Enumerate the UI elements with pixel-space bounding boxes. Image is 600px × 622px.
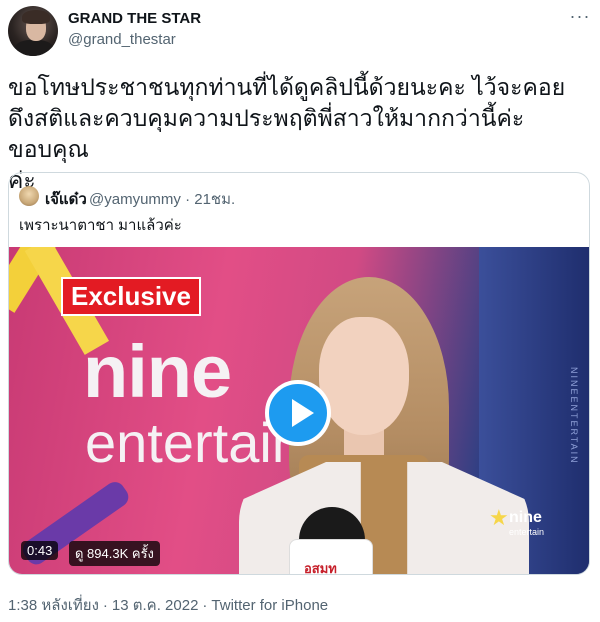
tweet-source[interactable]: Twitter for iPhone <box>211 597 328 614</box>
tweet-date[interactable]: 13 ต.ค. 2022 <box>112 597 199 614</box>
watermark-line2: entertain <box>509 527 545 537</box>
tweet-time[interactable]: 1:38 หลังเที่ยง <box>8 597 99 614</box>
author-display-name[interactable]: GRAND THE STAR <box>68 10 201 27</box>
microphone-flag: อสมท <box>289 539 373 575</box>
play-button[interactable] <box>265 380 331 446</box>
quoted-author-name: เจ๊แด๋ว <box>45 191 87 208</box>
quoted-tweet[interactable]: เจ๊แด๋ว @yamyummy · 21ชม. เพราะนาตาชา มา… <box>8 172 590 575</box>
channel-watermark: nine entertain <box>509 509 544 537</box>
wall-text: NINEENTERTAIN <box>569 367 579 465</box>
brand-logo-nine: nine <box>83 330 232 413</box>
quoted-author-handle-time: @yamyummy · 21ชม. <box>89 191 236 208</box>
quoted-author-avatar <box>19 186 39 206</box>
play-icon <box>292 399 314 427</box>
view-count: ดู 894.3K ครั้ง <box>69 541 160 566</box>
exclusive-badge: Exclusive <box>61 277 201 316</box>
author-avatar[interactable] <box>8 6 58 56</box>
more-options-icon[interactable]: ··· <box>568 7 592 28</box>
avatar-hair <box>22 10 50 24</box>
tweet-metadata: 1:38 หลังเที่ยง · 13 ต.ค. 2022 · Twitter for… <box>8 593 328 617</box>
tweet: GRAND THE STAR @grand_thestar ··· ขอโทษป… <box>0 0 600 622</box>
author-handle[interactable]: @grand_thestar <box>68 31 176 48</box>
watermark-star-icon: ★ <box>489 505 509 530</box>
video-thumbnail[interactable]: NINEENTERTAIN Exclusive nine entertain อ… <box>9 247 589 575</box>
microphone-label: อสมท <box>304 561 337 575</box>
separator: · <box>202 597 208 614</box>
video-duration: 0:43 <box>21 541 59 560</box>
avatar-body <box>14 40 54 56</box>
watermark-line1: nine <box>509 509 542 526</box>
separator: · <box>102 597 108 614</box>
interviewee-face <box>319 317 409 435</box>
quoted-tweet-text: เพราะนาตาชา มาแล้วค่ะ <box>19 217 182 234</box>
